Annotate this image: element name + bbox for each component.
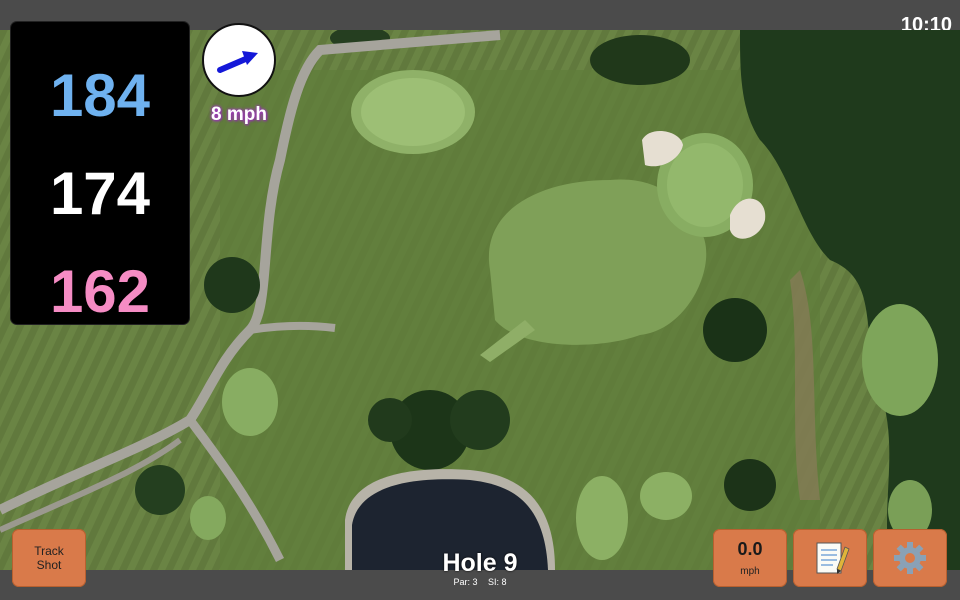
speed-unit: mph xyxy=(740,566,760,577)
back-distance: 184 xyxy=(49,62,151,129)
notes-button[interactable] xyxy=(793,529,867,587)
track-shot-label-line1: Track xyxy=(34,544,64,558)
front-distance: 162 xyxy=(49,258,151,325)
speed-button[interactable]: 0.0 mph xyxy=(713,529,787,587)
hole-info: Par: 3 SI: 8 xyxy=(380,577,580,587)
speed-value: 0.0 xyxy=(737,539,763,559)
hole-title: Hole 9 xyxy=(442,549,518,577)
hole-par: Par: 3 xyxy=(453,577,478,587)
wind-indicator xyxy=(202,23,276,97)
hole-stroke-index: SI: 8 xyxy=(488,577,507,587)
notepad-icon xyxy=(816,542,850,574)
wind-direction-arrow-icon xyxy=(217,51,258,73)
gear-icon xyxy=(894,542,926,574)
settings-button[interactable] xyxy=(873,529,947,587)
track-shot-label-line2: Shot xyxy=(36,558,62,572)
middle-distance: 174 xyxy=(49,160,151,227)
distance-panel: 184 174 162 xyxy=(11,22,189,324)
wind-speed-label: 8 mph xyxy=(211,104,267,125)
track-shot-button[interactable]: Track Shot xyxy=(12,529,86,587)
